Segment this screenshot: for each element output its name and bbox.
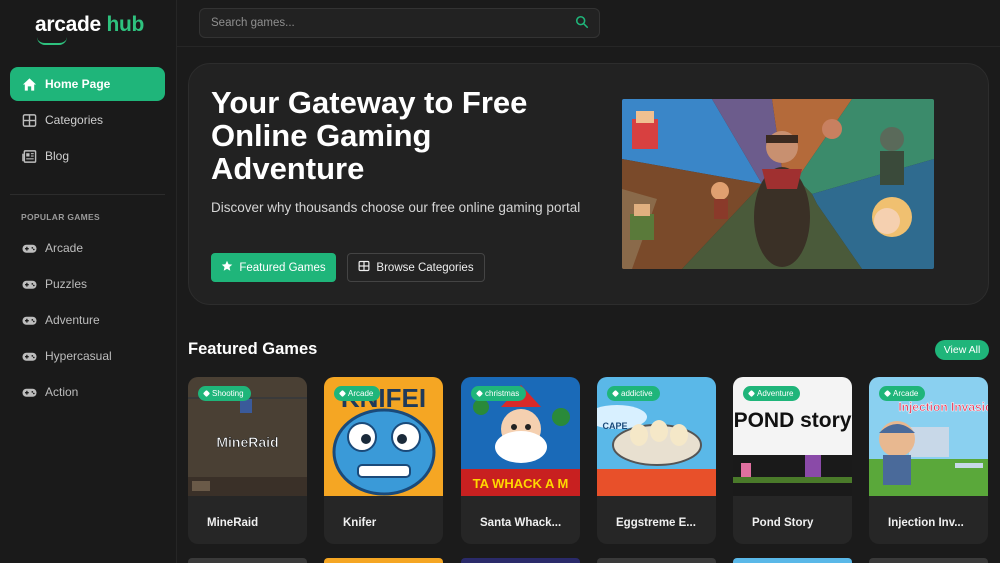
- sidebar-item-label: Arcade: [45, 241, 84, 255]
- sidebar-item-adventure[interactable]: Adventure: [10, 303, 165, 337]
- thumb-text: POND story: [734, 409, 852, 432]
- hero-game-collage-image: [622, 99, 934, 269]
- home-icon: [21, 76, 37, 92]
- category-tag[interactable]: Adventure: [743, 386, 801, 401]
- game-card-injection-invasion[interactable]: Injection Invasion Arcade Injection Inv.…: [869, 377, 988, 544]
- next-row-card-peek: [733, 558, 852, 563]
- category-tag[interactable]: addictive: [607, 386, 660, 401]
- gamepad-icon: [21, 276, 37, 292]
- sidebar-item-categories[interactable]: Categories: [10, 103, 165, 137]
- game-title: Eggstreme E...: [616, 517, 696, 529]
- logo-smile-mark: [37, 37, 67, 45]
- sidebar: arcade hub Home Page Categories Blog POP…: [0, 0, 177, 563]
- category-tag[interactable]: christmas: [471, 386, 527, 401]
- hero-panel: Your Gateway to Free Online Gaming Adven…: [188, 63, 989, 305]
- tag-icon: [338, 389, 347, 398]
- category-tag-label: Arcade: [348, 389, 374, 398]
- top-bar: [177, 0, 1000, 47]
- sidebar-item-puzzles[interactable]: Puzzles: [10, 267, 165, 301]
- category-tag[interactable]: Arcade: [334, 386, 381, 401]
- category-tag[interactable]: Shooting: [198, 386, 251, 401]
- game-title: Pond Story: [752, 517, 814, 529]
- next-row-card-peek: [461, 558, 580, 563]
- browse-categories-button[interactable]: Browse Categories: [347, 253, 485, 282]
- thumb-text: TA WHACK A M: [473, 476, 569, 491]
- popular-games-heading: POPULAR GAMES: [21, 212, 100, 222]
- next-row-card-peek: [597, 558, 716, 563]
- logo-text-main: arcade: [35, 13, 101, 36]
- sidebar-item-label: Adventure: [45, 313, 100, 327]
- gamepad-icon: [21, 384, 37, 400]
- star-icon: [221, 260, 233, 275]
- category-tag-label: Adventure: [757, 389, 794, 398]
- category-tag-label: christmas: [485, 389, 520, 398]
- featured-games-heading: Featured Games: [188, 340, 318, 358]
- search-input[interactable]: [199, 8, 600, 38]
- tag-icon: [611, 389, 620, 398]
- category-tag-label: Arcade: [893, 389, 919, 398]
- next-row-card-peek: [188, 558, 307, 563]
- sidebar-item-label: Categories: [45, 113, 104, 127]
- browse-categories-button-label: Browse Categories: [376, 261, 474, 274]
- thumb-text: MineRaid: [216, 434, 278, 450]
- tag-icon: [883, 389, 892, 398]
- view-all-button[interactable]: View All: [935, 340, 989, 360]
- sidebar-item-action[interactable]: Action: [10, 375, 165, 409]
- sidebar-item-hypercasual[interactable]: Hypercasual: [10, 339, 165, 373]
- sidebar-item-label: Blog: [45, 149, 70, 163]
- search-icon[interactable]: [575, 15, 591, 31]
- sidebar-item-label: Home Page: [45, 77, 111, 91]
- game-title: Santa Whack...: [480, 517, 562, 529]
- thumb-text: Injection Invasion: [898, 400, 988, 414]
- tag-icon: [202, 389, 211, 398]
- game-card-pond-story[interactable]: POND story Adventure Pond Story: [733, 377, 852, 544]
- category-tag-label: addictive: [621, 389, 653, 398]
- gamepad-icon: [21, 312, 37, 328]
- game-card-santa-whack[interactable]: TA WHACK A M christmas Santa Whack...: [461, 377, 580, 544]
- sidebar-item-label: Action: [45, 385, 79, 399]
- featured-games-button-label: Featured Games: [239, 261, 326, 274]
- category-tag[interactable]: Arcade: [879, 386, 926, 401]
- game-title: Injection Inv...: [888, 517, 964, 529]
- logo-text-accent: hub: [106, 13, 145, 36]
- grid-icon: [21, 112, 37, 128]
- logo[interactable]: arcade hub: [35, 13, 145, 45]
- tag-icon: [747, 389, 756, 398]
- tag-icon: [475, 389, 484, 398]
- newspaper-icon: [21, 148, 37, 164]
- sidebar-item-home[interactable]: Home Page: [10, 67, 165, 101]
- hero-subtitle: Discover why thousands choose our free o…: [211, 200, 581, 215]
- game-card-mineraid[interactable]: MineRaid Shooting MineRaid: [188, 377, 307, 544]
- game-card-knifer[interactable]: KNIFEI Arcade Knifer: [324, 377, 443, 544]
- featured-games-button[interactable]: Featured Games: [211, 253, 336, 282]
- gamepad-icon: [21, 240, 37, 256]
- gamepad-icon: [21, 348, 37, 364]
- sidebar-item-blog[interactable]: Blog: [10, 139, 165, 173]
- game-title: MineRaid: [207, 517, 259, 529]
- next-row-card-peek: [869, 558, 988, 563]
- category-tag-label: Shooting: [212, 389, 244, 398]
- hero-title: Your Gateway to Free Online Gaming Adven…: [211, 85, 528, 186]
- sidebar-item-arcade[interactable]: Arcade: [10, 231, 165, 265]
- sidebar-divider: [10, 194, 165, 195]
- grid-icon: [358, 260, 370, 275]
- game-card-eggstreme[interactable]: CAPE addictive Eggstreme E...: [597, 377, 716, 544]
- thumb-text: CAPE: [602, 421, 627, 431]
- sidebar-item-label: Puzzles: [45, 277, 88, 291]
- next-row-card-peek: [324, 558, 443, 563]
- game-title: Knifer: [343, 517, 377, 529]
- sidebar-item-label: Hypercasual: [45, 349, 112, 363]
